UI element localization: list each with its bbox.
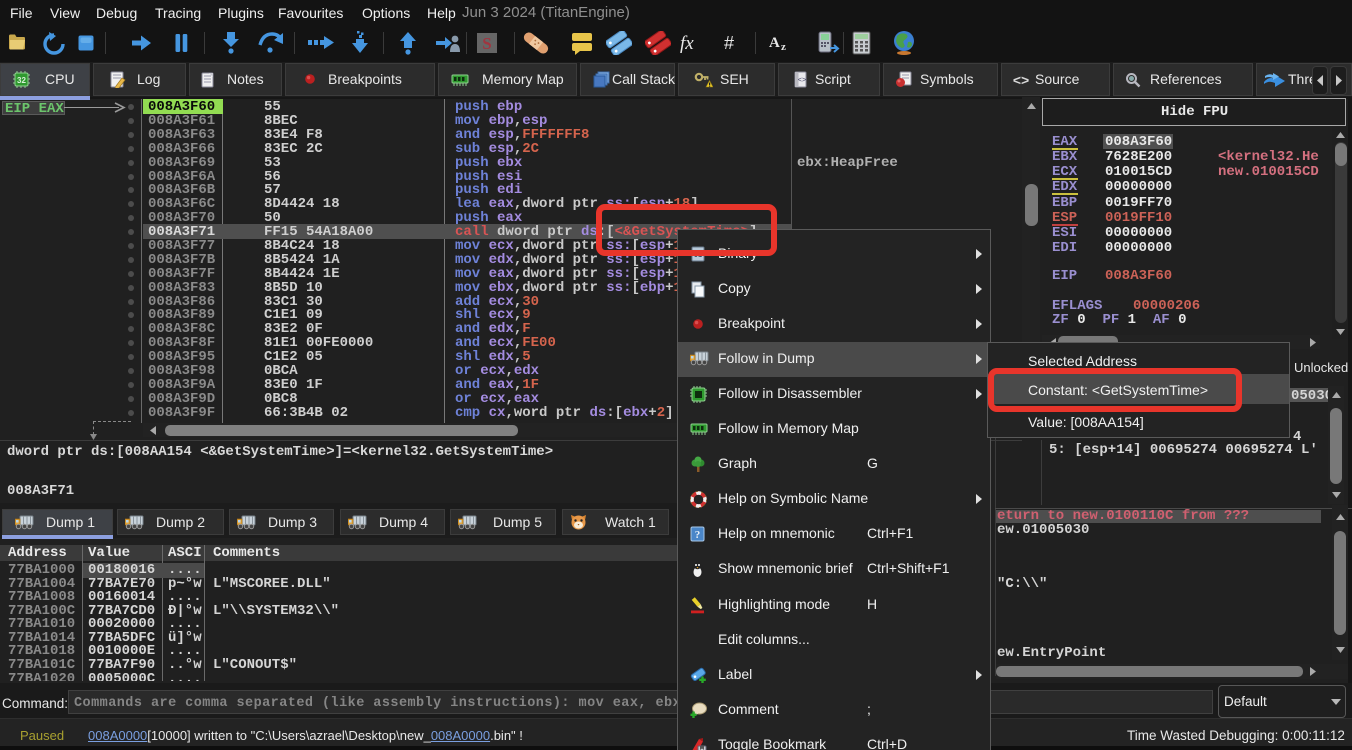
- svg-text:<>: <>: [1013, 72, 1029, 88]
- svg-text:<>: <>: [798, 77, 806, 85]
- svg-text:?: ?: [695, 529, 701, 541]
- svg-text:fx: fx: [680, 33, 694, 54]
- svg-text:#: #: [724, 33, 734, 53]
- svg-text:z: z: [781, 41, 786, 53]
- svg-text:S: S: [482, 34, 491, 53]
- svg-text:A: A: [769, 35, 780, 51]
- svg-text:32: 32: [17, 76, 26, 85]
